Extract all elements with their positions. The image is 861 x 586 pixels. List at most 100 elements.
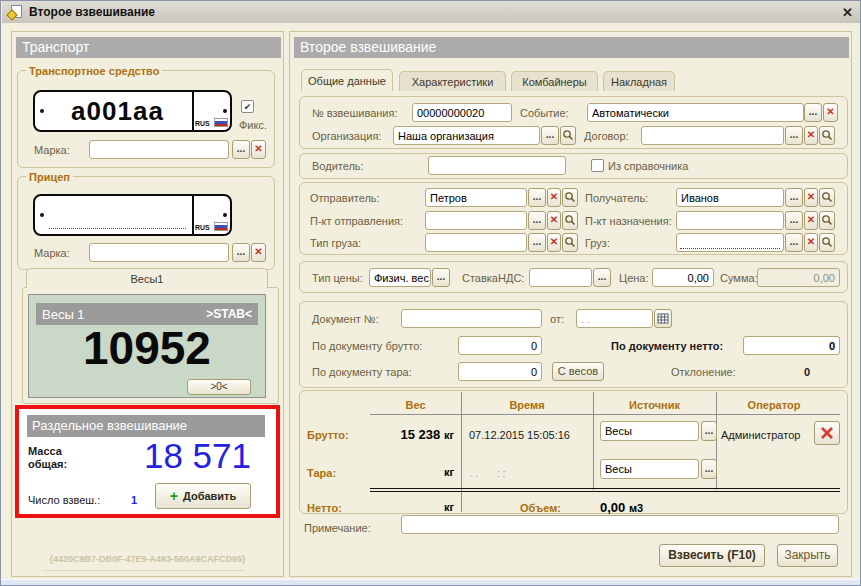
sender-lookup-button[interactable]: [562, 188, 578, 207]
organization-select-button[interactable]: ...: [541, 126, 559, 145]
contract-select-button[interactable]: ...: [785, 126, 803, 145]
cargo-type-input[interactable]: [425, 233, 527, 252]
vehicle-brand-input[interactable]: [89, 140, 229, 159]
vat-select-button[interactable]: ...: [593, 268, 611, 287]
price-type-label: Тип цены:: [312, 269, 363, 288]
doc-tare-label: По документу тара:: [312, 363, 412, 382]
contract-clear-button[interactable]: ✕: [804, 126, 818, 145]
transport-header: Транспорт: [16, 37, 281, 58]
document-number-input[interactable]: [401, 309, 542, 328]
tare-source-input[interactable]: Весы: [600, 459, 699, 479]
plus-icon: +: [170, 488, 178, 504]
scale-display: Весы 1 >STAB< 10952 >0<: [28, 294, 266, 398]
close-button[interactable]: Закрыть: [777, 544, 838, 567]
col-header-source: Источник: [593, 396, 716, 415]
trailer-plate[interactable]: RUS: [33, 194, 232, 236]
tab-scales[interactable]: Весы1: [26, 268, 268, 288]
table-vline: [593, 392, 594, 490]
receiver-lookup-button[interactable]: [819, 188, 835, 207]
event-input[interactable]: Автоматически: [587, 103, 804, 122]
gross-weight-value: 15 238 кг: [380, 425, 454, 445]
cargo-input[interactable]: [676, 233, 784, 252]
document-date-label: от:: [550, 310, 564, 329]
document-date-input[interactable]: . .: [576, 309, 653, 328]
calendar-icon[interactable]: [654, 309, 672, 328]
scale-name: Весы 1: [42, 307, 85, 322]
event-label: Событие:: [520, 104, 569, 123]
contract-label: Договор:: [584, 127, 629, 146]
zero-button[interactable]: >0<: [187, 379, 251, 395]
vehicle-brand-clear-button[interactable]: ✕: [251, 140, 266, 159]
organization-input[interactable]: Наша организация: [393, 126, 540, 145]
receiver-clear-button[interactable]: ✕: [804, 188, 818, 207]
plate-bolt: [223, 109, 227, 113]
departure-clear-button[interactable]: ✕: [547, 211, 561, 230]
tab-general[interactable]: Общие данные: [301, 69, 393, 91]
cargo-clear-button[interactable]: ✕: [804, 233, 818, 252]
cargo-type-lookup-button[interactable]: [562, 233, 578, 252]
weighing-number-input[interactable]: 00000000020: [412, 103, 512, 122]
doc-gross-input[interactable]: 0: [458, 336, 542, 355]
sender-select-button[interactable]: ...: [528, 188, 546, 207]
trailer-brand-input[interactable]: [89, 243, 229, 262]
price-type-select-button[interactable]: ...: [432, 268, 450, 287]
receiver-input[interactable]: Иванов: [676, 188, 784, 207]
destination-clear-button[interactable]: ✕: [804, 211, 818, 230]
tab-invoice[interactable]: Накладная: [603, 71, 675, 91]
contract-input[interactable]: [641, 126, 784, 145]
doc-net-input[interactable]: 0: [743, 336, 840, 355]
receiver-select-button[interactable]: ...: [785, 188, 803, 207]
add-weighing-button[interactable]: + Добавить: [155, 483, 251, 509]
plate-bolt: [223, 213, 227, 217]
sender-input[interactable]: Петров: [425, 188, 527, 207]
destination-input[interactable]: [676, 211, 784, 230]
gross-source-select-button[interactable]: ...: [701, 421, 717, 441]
delete-row-button[interactable]: [814, 421, 840, 445]
required-underline: [680, 248, 780, 249]
trailer-brand-clear-button[interactable]: ✕: [251, 243, 266, 262]
trailer-brand-select-button[interactable]: ...: [232, 243, 250, 262]
event-clear-button[interactable]: ✕: [823, 103, 838, 122]
tare-source-select-button[interactable]: ...: [701, 459, 717, 479]
departure-input[interactable]: [425, 211, 527, 230]
weigh-button[interactable]: Взвесить (F10): [659, 544, 765, 567]
cargo-type-clear-button[interactable]: ✕: [547, 233, 561, 252]
form-icon: [8, 5, 23, 20]
gross-time-value: 07.12.2015 15:05:16: [469, 426, 570, 445]
weighing-header: Второе взвешивание: [294, 37, 849, 58]
sender-label: Отправитель:: [310, 189, 380, 208]
event-select-button[interactable]: ...: [804, 103, 822, 122]
driver-input[interactable]: [428, 156, 566, 175]
cargo-lookup-button[interactable]: [819, 233, 835, 252]
price-input[interactable]: 0,00: [652, 268, 714, 287]
destination-select-button[interactable]: ...: [785, 211, 803, 230]
doc-tare-input[interactable]: 0: [458, 362, 542, 381]
window-bottom-edge: [1, 579, 860, 585]
contract-lookup-button[interactable]: [819, 126, 835, 145]
close-icon[interactable]: ✕: [842, 5, 853, 20]
tab-combiners[interactable]: Комбайнеры: [511, 71, 598, 91]
fix-checkbox[interactable]: ✔: [241, 100, 254, 113]
gross-source-input[interactable]: Весы: [600, 421, 699, 441]
tab-characteristics[interactable]: Характеристики: [399, 71, 506, 91]
note-label: Примечание:: [304, 519, 371, 538]
price-type-input[interactable]: Физич. вес: [369, 268, 431, 287]
destination-lookup-button[interactable]: [819, 211, 835, 230]
vat-input[interactable]: [529, 268, 592, 287]
vehicle-plate[interactable]: a001aa RUS: [33, 90, 232, 132]
cargo-type-select-button[interactable]: ...: [528, 233, 546, 252]
from-scales-button[interactable]: С весов: [552, 362, 604, 381]
organization-lookup-button[interactable]: [560, 126, 576, 145]
note-input[interactable]: [401, 515, 839, 534]
departure-select-button[interactable]: ...: [528, 211, 546, 230]
col-header-operator: Оператор: [716, 396, 832, 415]
sender-clear-button[interactable]: ✕: [547, 188, 561, 207]
plate-bolt: [40, 213, 44, 217]
window-title: Второе взвешивание: [29, 5, 155, 19]
from-reference-checkbox[interactable]: [591, 159, 604, 172]
cargo-select-button[interactable]: ...: [785, 233, 803, 252]
table-vline: [461, 392, 462, 512]
vehicle-brand-select-button[interactable]: ...: [232, 140, 250, 159]
departure-lookup-button[interactable]: [562, 211, 578, 230]
trailer-group-legend: Прицеп: [26, 171, 73, 183]
